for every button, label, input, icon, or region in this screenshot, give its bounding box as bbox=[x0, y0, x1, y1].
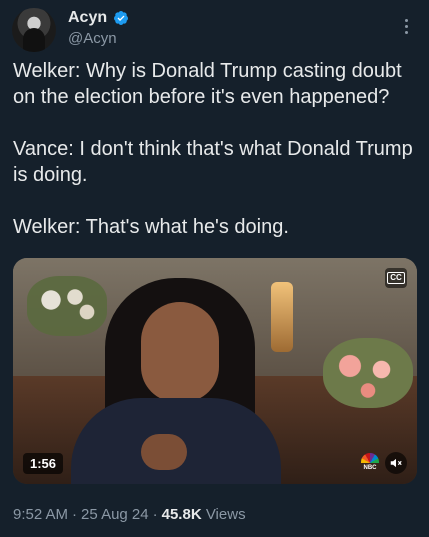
video-person-hand bbox=[141, 434, 187, 470]
closed-captions-icon[interactable]: CC bbox=[385, 268, 407, 288]
more-options-icon[interactable] bbox=[397, 16, 415, 38]
video-flowers-right bbox=[323, 338, 413, 408]
avatar[interactable] bbox=[12, 8, 56, 52]
video-flowers-left bbox=[27, 276, 107, 336]
closed-captions-label: CC bbox=[387, 272, 405, 284]
nbc-peacock-icon: NBC bbox=[357, 452, 383, 474]
video-duration: 1:56 bbox=[23, 453, 64, 474]
tweet-text: Welker: Why is Donald Trump casting doub… bbox=[13, 60, 413, 238]
meta-separator: · bbox=[72, 506, 78, 523]
nbc-peacock-shape bbox=[361, 453, 379, 463]
tweet-date[interactable]: 25 Aug 24 bbox=[81, 506, 149, 523]
mute-icon-glyph bbox=[390, 458, 402, 468]
author-name[interactable]: Acyn bbox=[68, 9, 107, 27]
views-count: 45.8K bbox=[161, 506, 202, 523]
author-handle[interactable]: @Acyn bbox=[68, 30, 117, 47]
tweet-time[interactable]: 9:52 AM bbox=[13, 506, 68, 523]
video-lamp bbox=[271, 282, 293, 352]
nbc-label: NBC bbox=[363, 465, 377, 471]
verified-badge-icon bbox=[114, 11, 129, 25]
tweet-metadata: 9:52 AM · 25 Aug 24 · 45.8K Views bbox=[13, 506, 246, 523]
author-name-row: Acyn bbox=[68, 9, 129, 27]
views-label: Views bbox=[205, 506, 246, 523]
video-person-face bbox=[141, 302, 219, 402]
video-player[interactable]: CC 1:56 NBC bbox=[13, 258, 417, 484]
mute-icon[interactable] bbox=[385, 452, 407, 474]
avatar-figure bbox=[23, 28, 45, 52]
meta-separator: · bbox=[152, 506, 158, 523]
